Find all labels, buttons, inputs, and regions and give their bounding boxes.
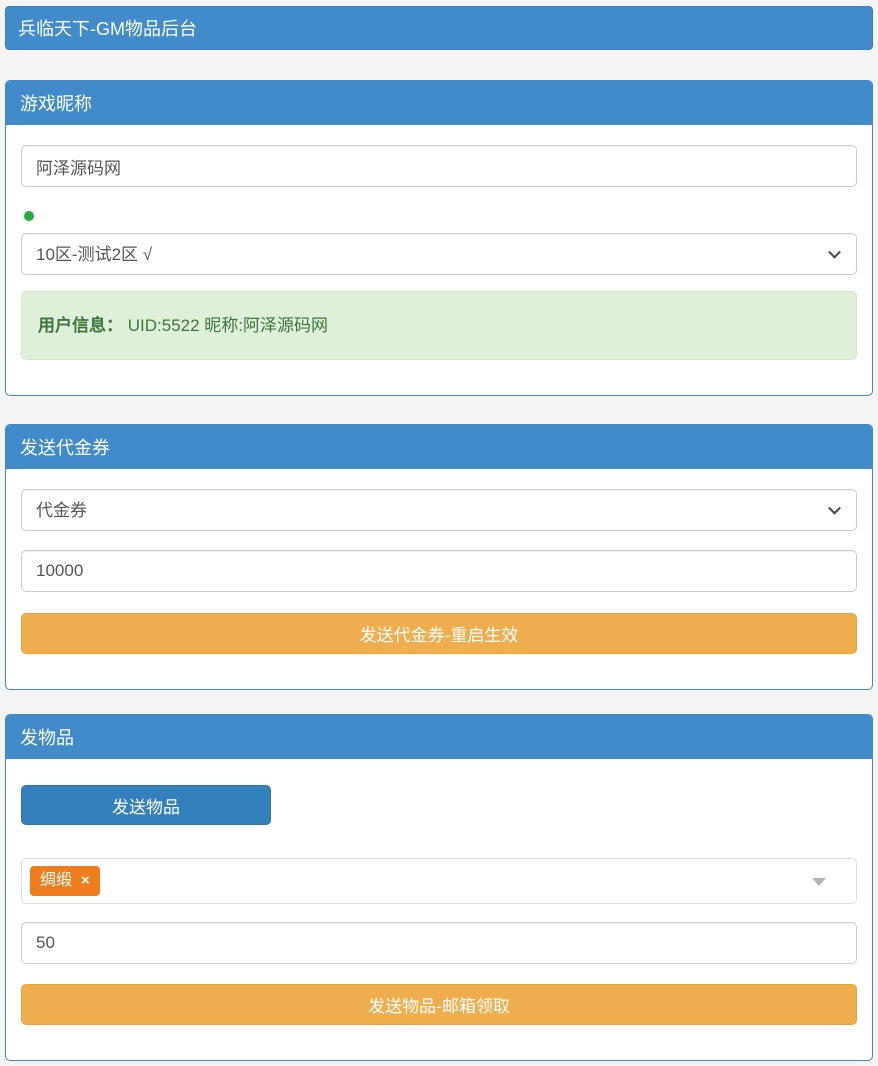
server-select-wrap: 10区-测试2区 √ [21, 233, 857, 275]
server-status-row [21, 211, 857, 221]
panel-send-voucher: 发送代金券 代金券 发送代金券-重启生效 [5, 424, 873, 690]
panel-send-voucher-body: 代金券 发送代金券-重启生效 [6, 469, 872, 689]
panel-game-nickname-title: 游戏昵称 [20, 90, 92, 116]
user-info-text: UID:5522 昵称:阿泽源码网 [128, 316, 328, 335]
nickname-input[interactable] [21, 145, 857, 187]
panel-game-nickname-body: 10区-测试2区 √ 用户信息： UID:5522 昵称:阿泽源码网 [6, 125, 872, 395]
panel-send-items-heading: 发物品 [6, 715, 872, 759]
item-quantity-input[interactable] [21, 922, 857, 964]
voucher-amount-input[interactable] [21, 550, 857, 592]
panel-send-items: 发物品 发送物品 绸缎 × 发送物品-邮箱领取 [5, 714, 873, 1061]
panel-game-nickname: 游戏昵称 10区-测试2区 √ 用户信息： UID:5522 昵称:阿泽源码网 [5, 80, 873, 396]
panel-send-voucher-heading: 发送代金券 [6, 425, 872, 469]
item-tag-label: 绸缎 [40, 870, 72, 892]
send-voucher-button[interactable]: 发送代金券-重启生效 [21, 613, 857, 654]
caret-down-icon [812, 878, 826, 886]
app-header: 兵临天下-GM物品后台 [5, 6, 873, 50]
panel-send-voucher-title: 发送代金券 [20, 434, 110, 460]
app-title: 兵临天下-GM物品后台 [18, 15, 197, 41]
panel-send-items-body: 发送物品 绸缎 × 发送物品-邮箱领取 [6, 759, 872, 1060]
send-items-open-button[interactable]: 发送物品 [21, 785, 271, 825]
user-info-label: 用户信息： [38, 316, 123, 335]
item-tag[interactable]: 绸缎 × [30, 866, 100, 896]
user-info-alert: 用户信息： UID:5522 昵称:阿泽源码网 [21, 291, 857, 360]
item-multiselect[interactable]: 绸缎 × [21, 858, 857, 904]
send-items-mail-button[interactable]: 发送物品-邮箱领取 [21, 984, 857, 1025]
remove-tag-icon[interactable]: × [81, 870, 90, 892]
page: 兵临天下-GM物品后台 游戏昵称 10区-测试2区 √ 用户信息： UID:55… [0, 0, 878, 1061]
voucher-type-select-wrap: 代金券 [21, 489, 857, 531]
online-status-dot-icon [24, 211, 34, 221]
server-select[interactable]: 10区-测试2区 √ [21, 233, 857, 275]
voucher-type-select[interactable]: 代金券 [21, 489, 857, 531]
panel-send-items-title: 发物品 [20, 724, 74, 750]
panel-game-nickname-heading: 游戏昵称 [6, 81, 872, 125]
